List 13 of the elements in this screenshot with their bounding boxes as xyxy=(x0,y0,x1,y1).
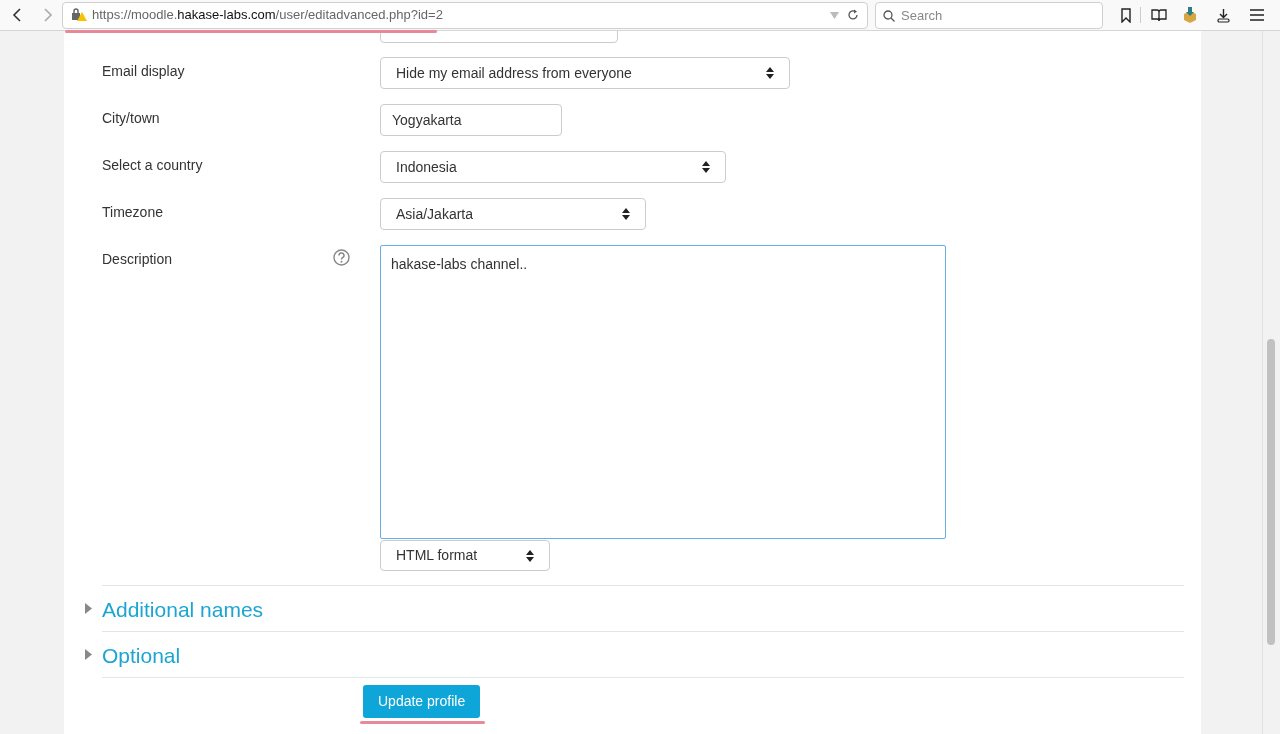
select-dropdown[interactable]: Indonesia xyxy=(380,151,726,183)
field-label: Email display xyxy=(102,62,185,81)
url-text: https://moodle.hakase-labs.com/user/editadvanced.php?id=2 xyxy=(92,6,443,25)
select-dropdown[interactable]: Hide my email address from everyone xyxy=(380,57,790,89)
description-textarea[interactable]: hakase-labs channel.. xyxy=(380,245,946,539)
field-label: Select a country xyxy=(102,156,203,175)
format-dropdown[interactable]: HTML format xyxy=(380,540,550,571)
search-field[interactable]: Search xyxy=(875,1,1103,29)
input-field[interactable]: Yogyakarta xyxy=(380,104,562,136)
select-dropdown[interactable]: Asia/Jakarta xyxy=(380,198,646,230)
field-label: City/town xyxy=(102,109,160,128)
field-label: Timezone xyxy=(102,203,163,222)
field-label: Description xyxy=(102,250,173,269)
